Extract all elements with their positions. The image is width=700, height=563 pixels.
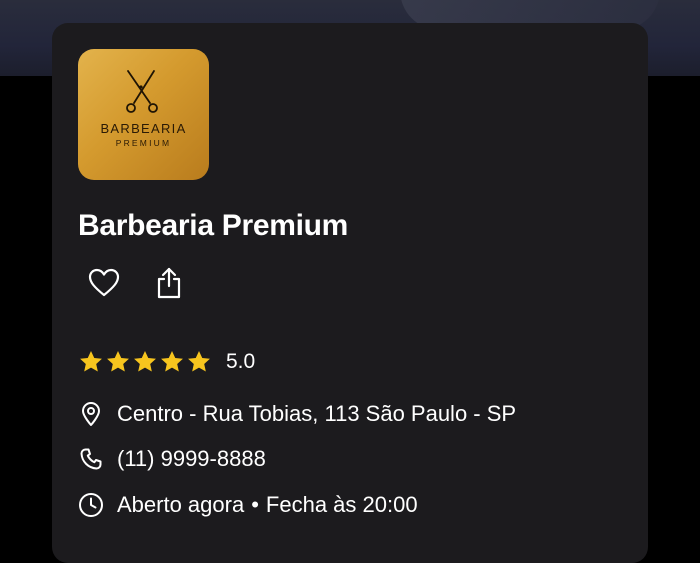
heart-icon <box>88 268 120 297</box>
location-pin-icon <box>78 401 104 427</box>
logo-title: BARBEARIA <box>100 121 187 136</box>
phone-row[interactable]: (11) 9999-8888 <box>78 446 266 472</box>
rating: 5.0 <box>78 349 255 375</box>
star-icon <box>188 350 210 372</box>
address-text: Centro - Rua Tobias, 113 São Paulo - SP <box>117 401 517 426</box>
rating-stars <box>78 349 212 375</box>
address-row[interactable]: Centro - Rua Tobias, 113 São Paulo - SP <box>78 401 516 427</box>
phone-icon <box>78 446 104 472</box>
closing-time: Fecha às 20:00 <box>265 492 418 517</box>
star-icon <box>161 350 183 372</box>
star-icon <box>80 350 102 372</box>
star-icon <box>134 350 156 372</box>
hours-text: Aberto agora • Fecha às 20:00 <box>117 492 418 518</box>
star-icon <box>107 350 129 372</box>
hours-row: Aberto agora • Fecha às 20:00 <box>78 492 418 518</box>
business-logo: BARBEARIA PREMIUM <box>78 49 209 180</box>
share-button[interactable] <box>149 263 189 303</box>
open-status: Aberto agora <box>117 492 245 517</box>
clock-icon <box>78 492 104 518</box>
business-card: BARBEARIA PREMIUM Barbearia Premium 5.0 <box>52 23 648 563</box>
favorite-button[interactable] <box>84 263 124 303</box>
scissors-icon <box>126 70 158 113</box>
share-icon <box>157 267 181 299</box>
logo-subtitle: PREMIUM <box>115 138 172 148</box>
phone-text: (11) 9999-8888 <box>117 446 266 471</box>
separator-dot: • <box>251 492 259 517</box>
rating-value: 5.0 <box>226 350 256 373</box>
business-name: Barbearia Premium <box>78 209 349 242</box>
